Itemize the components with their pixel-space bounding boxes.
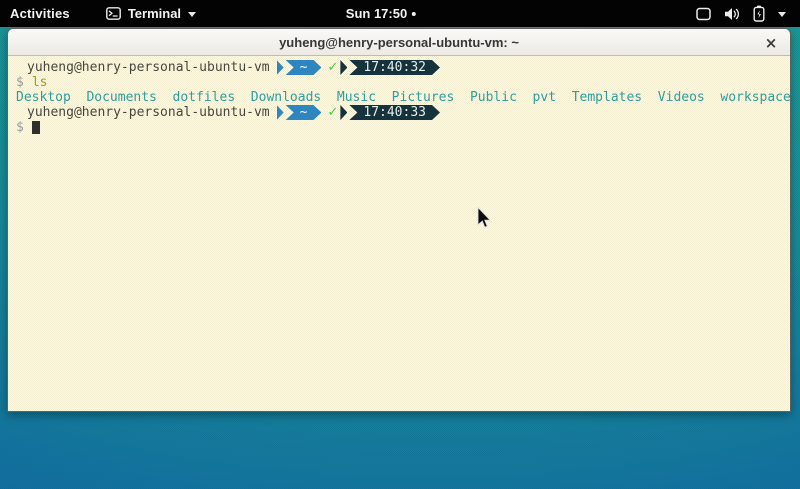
powerline-arrow-icon xyxy=(277,60,284,75)
window-title: yuheng@henry-personal-ubuntu-vm: ~ xyxy=(279,35,519,50)
output-line: Desktop Documents dotfiles Downloads Mus… xyxy=(16,90,788,105)
input-line: $ xyxy=(16,120,788,135)
prompt-path-segment: ~ xyxy=(286,60,322,75)
command-text: ls xyxy=(32,75,48,90)
clock-label: Sun 17:50 xyxy=(346,6,407,21)
prompt-time-badge: 17:40:32 xyxy=(349,60,440,75)
chevron-down-icon xyxy=(188,12,196,17)
system-status-menu[interactable] xyxy=(696,0,786,27)
terminal-icon xyxy=(106,7,121,20)
powerline-arrow-icon xyxy=(340,105,347,120)
close-button[interactable]: × xyxy=(760,29,782,56)
prompt-symbol: $ xyxy=(16,120,24,135)
directory-listing: Desktop Documents dotfiles Downloads Mus… xyxy=(16,90,791,105)
chevron-down-icon xyxy=(778,12,786,17)
check-icon: ✓ xyxy=(327,60,338,75)
prompt-line: yuheng@henry-personal-ubuntu-vm ~ ✓ 17:4… xyxy=(16,60,788,75)
command-line: $ ls xyxy=(16,75,788,90)
terminal-cursor xyxy=(32,121,40,134)
display-icon xyxy=(696,7,711,21)
app-menu-label: Terminal xyxy=(128,6,181,21)
prompt-user-host: yuheng@henry-personal-ubuntu-vm xyxy=(27,60,270,75)
check-icon: ✓ xyxy=(327,105,338,120)
app-menu-button[interactable]: Terminal xyxy=(106,6,196,21)
powerline-arrow-icon xyxy=(277,105,284,120)
prompt-time-badge: 17:40:33 xyxy=(349,105,440,120)
top-bar: Activities Terminal Sun 17:50 xyxy=(0,0,800,27)
terminal-screen[interactable]: yuheng@henry-personal-ubuntu-vm ~ ✓ 17:4… xyxy=(8,56,790,411)
prompt-symbol: $ xyxy=(16,75,24,90)
window-titlebar[interactable]: yuheng@henry-personal-ubuntu-vm: ~ × xyxy=(8,29,790,56)
clock-button[interactable]: Sun 17:50 xyxy=(346,0,416,27)
terminal-window: yuheng@henry-personal-ubuntu-vm: ~ × yuh… xyxy=(7,28,791,412)
notification-dot-icon xyxy=(412,12,416,16)
volume-icon xyxy=(724,7,740,21)
mouse-cursor xyxy=(477,207,494,237)
prompt-path-segment: ~ xyxy=(286,105,322,120)
powerline-arrow-icon xyxy=(340,60,347,75)
activities-button[interactable]: Activities xyxy=(10,6,70,21)
prompt-user-host: yuheng@henry-personal-ubuntu-vm xyxy=(27,105,270,120)
prompt-line: yuheng@henry-personal-ubuntu-vm ~ ✓ 17:4… xyxy=(16,105,788,120)
battery-charging-icon xyxy=(753,5,765,22)
